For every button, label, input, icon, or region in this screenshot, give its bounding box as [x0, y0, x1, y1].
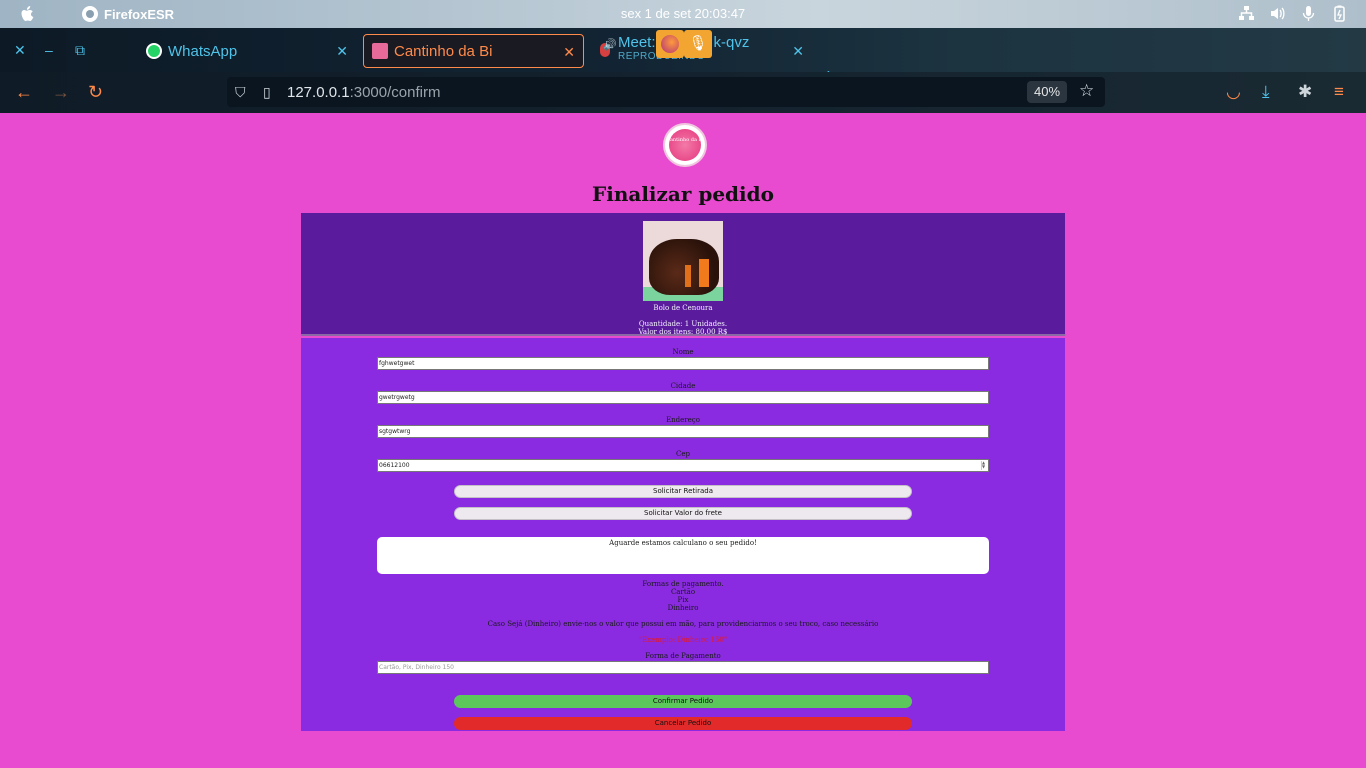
tab-label: Meet:	[618, 34, 656, 51]
tab-close-icon[interactable]: ✕	[563, 44, 575, 61]
tab-whatsapp[interactable]: WhatsApp ✕	[136, 34, 356, 68]
cep-label: Cep	[676, 450, 690, 458]
cash-example: "Exemplo: Dinheiro 150"	[638, 636, 728, 644]
microphone-icon[interactable]	[1300, 5, 1317, 22]
url-bar[interactable]: ⛉ ▯ 127.0.0.1:3000/confirm 40% ☆	[227, 77, 1105, 107]
payment-option: Pix	[677, 596, 689, 604]
order-form: Nome fghwetgwet Cidade gwetrgwetg Endere…	[301, 338, 1065, 731]
product-quantity: Quantidade: 1 Unidades.	[638, 320, 728, 328]
network-icon[interactable]	[1238, 5, 1255, 22]
cidade-input[interactable]: gwetrgwetg	[377, 391, 989, 404]
payment-heading: Formas de pagamento.	[642, 580, 724, 588]
download-icon[interactable]: ⤓	[1262, 82, 1270, 102]
bookmark-star-icon[interactable]: ☆	[1079, 81, 1094, 101]
os-top-bar: FirefoxESR sex 1 de set 20:03:47	[0, 0, 1366, 28]
tab-label: WhatsApp	[168, 42, 238, 60]
cep-input[interactable]: 06612100 ▲ ▼	[377, 459, 989, 472]
site-logo[interactable]: Cantinho da Bi	[665, 125, 705, 165]
url-text[interactable]: 127.0.0.1:3000/confirm	[287, 84, 440, 101]
solicitar-retirada-button[interactable]: Solicitar Retirada	[454, 485, 912, 498]
tab-close-icon[interactable]: ✕	[336, 43, 348, 60]
product-card: Bolo de Cenoura Quantidade: 1 Unidades. …	[301, 213, 1065, 336]
shield-icon[interactable]: ⛉	[235, 84, 246, 101]
confirm-order-button[interactable]: Confirmar Pedido	[454, 695, 912, 708]
whatsapp-icon	[146, 43, 162, 59]
nome-input[interactable]: fghwetgwet	[377, 357, 989, 370]
microphone-sharing-icon[interactable]: 🎙	[684, 30, 712, 58]
tab-label-suffix: k-qvz	[713, 34, 750, 51]
cep-value: 06612100	[379, 462, 410, 469]
web-page: Cantinho da Bi Finalizar pedido Bolo de …	[0, 113, 1366, 768]
window-restore-icon[interactable]: ⧉	[75, 42, 85, 59]
zoom-level-badge[interactable]: 40%	[1027, 81, 1067, 103]
clock[interactable]: sex 1 de set 20:03:47	[0, 6, 1366, 21]
calculation-message-box: Aguarde estamos calculano o seu pedido!	[377, 537, 989, 574]
site-favicon	[372, 43, 388, 59]
reload-icon[interactable]: ↻	[88, 82, 103, 102]
payment-method-label: Forma de Pagamento	[645, 652, 721, 660]
extensions-icon[interactable]: ✱	[1298, 82, 1312, 102]
wait-message: Aguarde estamos calculano o seu pedido!	[609, 539, 757, 547]
volume-icon[interactable]	[1269, 5, 1286, 22]
payment-option: Cartão	[670, 588, 696, 596]
payment-option: Dinheiro	[667, 604, 699, 612]
cancel-order-button[interactable]: Cancelar Pedido	[454, 717, 912, 730]
page-title: Finalizar pedido	[592, 182, 774, 206]
tab-close-icon[interactable]: ✕	[792, 43, 804, 60]
window-close-icon[interactable]: ✕	[14, 42, 26, 59]
endereco-input[interactable]: sgtgwtwrg	[377, 425, 989, 438]
nome-label: Nome	[672, 348, 694, 356]
menu-hamburger-icon[interactable]: ≡	[1334, 82, 1344, 102]
solicitar-frete-button[interactable]: Solicitar Valor do frete	[454, 507, 912, 520]
tab-label: Cantinho da Bi	[394, 42, 493, 60]
endereco-label: Endereço	[666, 416, 700, 424]
firefox-sharing-icon[interactable]	[656, 30, 684, 58]
product-image	[643, 221, 723, 301]
system-tray	[1238, 5, 1348, 22]
navigation-bar: ← → ↻ ⛉ ▯ 127.0.0.1:3000/confirm 40% ☆ ◡…	[0, 72, 1366, 113]
speaker-icon: 🔊	[603, 39, 617, 51]
cash-note: Caso Sejá (Dinheiro) envie-nos o valor q…	[487, 620, 879, 628]
product-name: Bolo de Cenoura	[653, 304, 713, 312]
tab-cantinho-da-bi[interactable]: Cantinho da Bi ✕	[363, 34, 584, 68]
payment-method-input[interactable]: Cartão, Pix, Dinheiro 150	[377, 661, 989, 674]
cidade-label: Cidade	[670, 382, 696, 390]
number-spinner-icon[interactable]: ▲ ▼	[981, 461, 987, 470]
battery-icon[interactable]	[1331, 5, 1348, 22]
back-arrow-icon[interactable]: ←	[15, 82, 33, 102]
product-value: Valor dos itens: 80,00 R$	[638, 328, 728, 336]
page-info-icon[interactable]: ▯	[263, 84, 271, 101]
forward-arrow-icon[interactable]: →	[52, 82, 70, 102]
window-minimize-icon[interactable]: –	[45, 42, 53, 58]
logo-text: Cantinho da Bi	[666, 137, 704, 143]
pocket-icon[interactable]: ◡	[1226, 82, 1241, 102]
